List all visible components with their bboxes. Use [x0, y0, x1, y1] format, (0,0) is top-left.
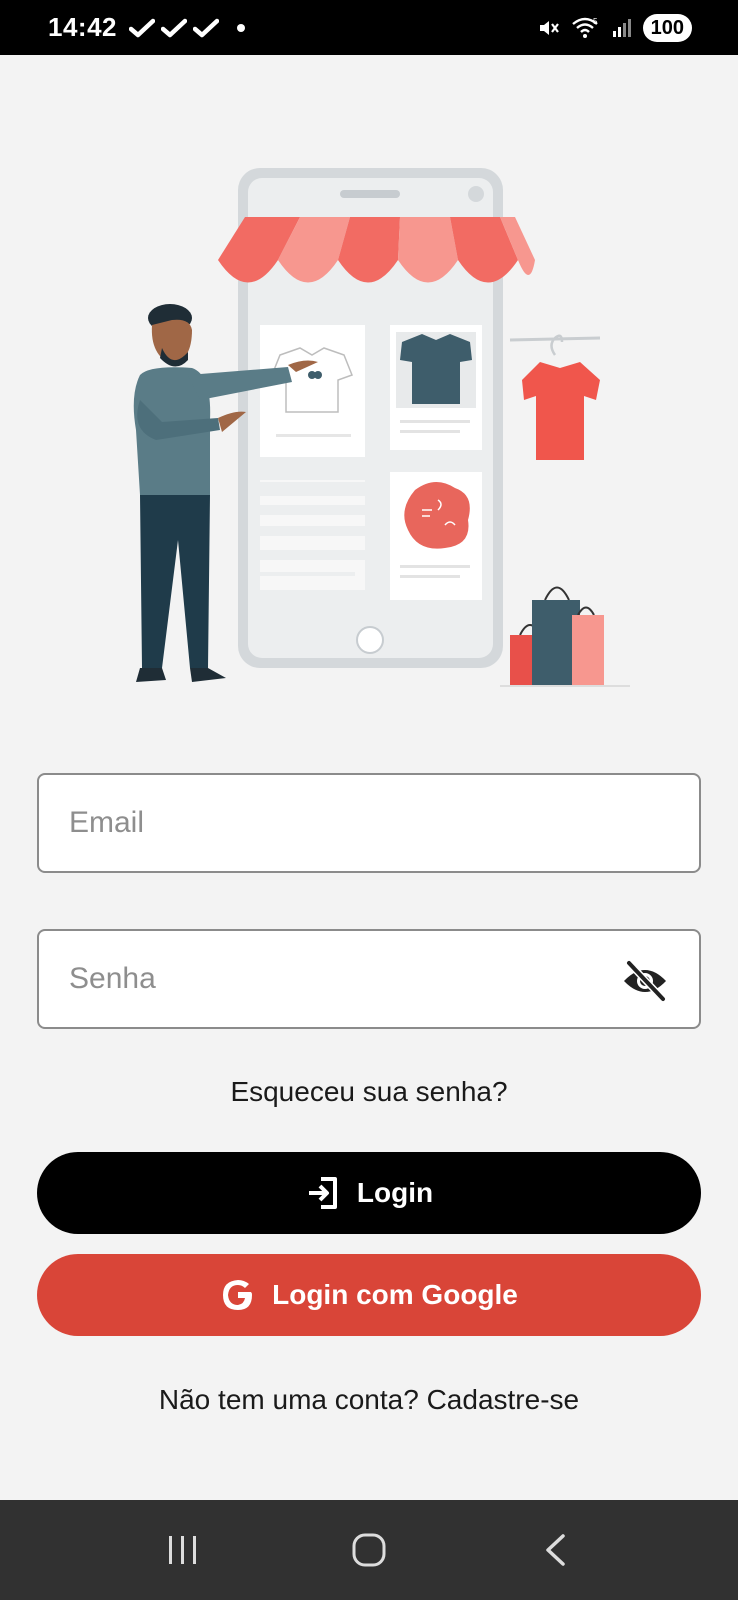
- recents-icon[interactable]: [153, 1520, 213, 1580]
- shopping-bags-illustration: [500, 586, 630, 687]
- check-icon: [161, 18, 187, 37]
- signup-link[interactable]: Não tem uma conta? Cadastre-se: [0, 1384, 738, 1416]
- mute-icon: [539, 20, 559, 35]
- status-time: 14:42: [48, 12, 117, 42]
- password-field[interactable]: [69, 962, 669, 996]
- email-field-container: [37, 773, 701, 873]
- status-checks: [129, 18, 219, 38]
- navigation-bar: [0, 1500, 738, 1600]
- check-icon: [193, 18, 219, 37]
- check-icon: [129, 18, 155, 37]
- back-icon[interactable]: [525, 1520, 585, 1580]
- email-field[interactable]: [69, 806, 669, 840]
- wifi-icon: 5: [571, 17, 598, 38]
- status-right: 5 100: [537, 13, 692, 42]
- password-field-container: [37, 929, 701, 1029]
- hanging-shirt-illustration: [509, 334, 601, 460]
- login-button-label: Login: [356, 1177, 434, 1208]
- forgot-password-link[interactable]: Esqueceu sua senha?: [0, 1076, 738, 1108]
- google-login-button[interactable]: Login com Google: [37, 1254, 701, 1336]
- eye-off-icon[interactable]: [621, 959, 669, 1003]
- dot-icon: [237, 23, 245, 32]
- status-bar: 14:42 5 100: [0, 0, 738, 55]
- battery-icon: 100: [642, 13, 692, 42]
- awning-illustration: [218, 217, 535, 283]
- login-icon: [305, 1175, 341, 1211]
- home-icon[interactable]: [339, 1520, 399, 1580]
- login-button[interactable]: Login: [37, 1152, 701, 1234]
- google-button-label: Login com Google: [272, 1279, 518, 1310]
- google-icon: [220, 1277, 256, 1313]
- svg-text:5: 5: [593, 17, 598, 26]
- status-left: 14:42: [48, 12, 245, 43]
- shop-illustration: [133, 168, 630, 687]
- signal-icon: [612, 18, 631, 37]
